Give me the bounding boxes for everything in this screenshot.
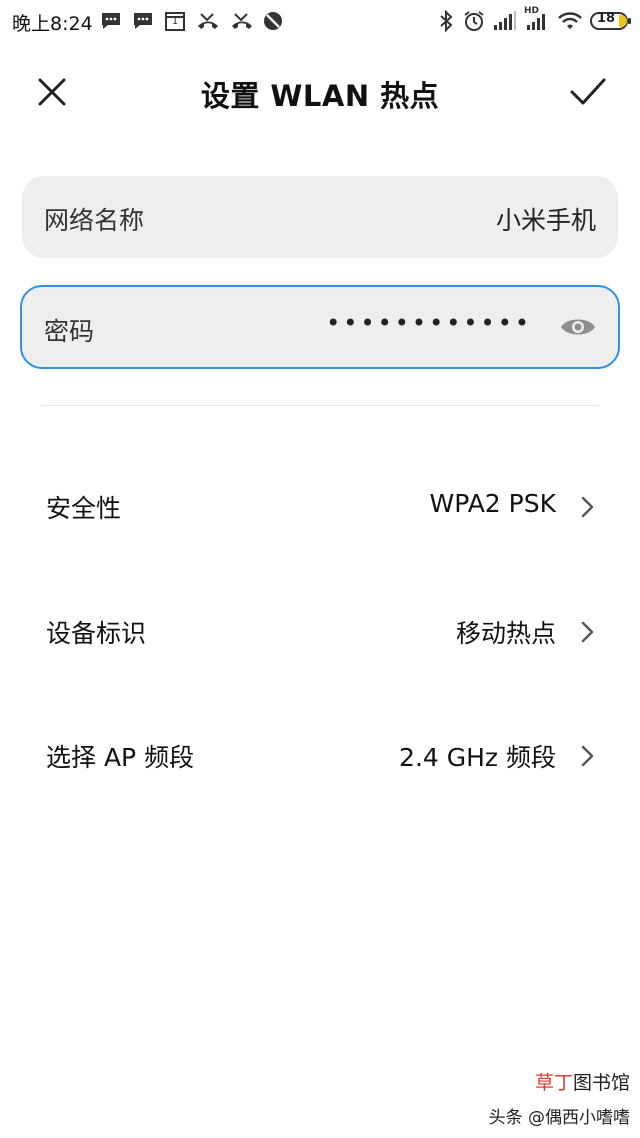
watermark-text-red: 草丁 <box>534 1072 573 1094</box>
network-name-label: 网络名称 <box>44 206 145 235</box>
message-icon <box>100 10 122 32</box>
ap-band-value: 2.4 GHz 频段 <box>399 743 556 772</box>
message-icon <box>132 10 154 32</box>
watermark-text-black: 图书馆 <box>572 1072 630 1094</box>
chevron-right-icon <box>581 745 594 767</box>
status-bar: 晚上8:24 1 HD 18 <box>0 0 640 44</box>
status-time: 晚上8:24 <box>12 13 93 35</box>
calendar-day: 1 <box>171 16 179 27</box>
divider <box>42 405 598 406</box>
confirm-button[interactable] <box>566 70 610 114</box>
signal-hd-icon: HD <box>522 6 550 32</box>
network-name-value: 小米手机 <box>495 206 596 235</box>
device-id-row[interactable]: 设备标识 移动热点 <box>0 576 640 686</box>
chevron-right-icon <box>581 621 594 643</box>
signal-icon <box>492 10 518 32</box>
battery-icon: 18 <box>590 10 632 32</box>
check-icon <box>570 78 606 105</box>
device-id-value: 移动热点 <box>455 619 556 648</box>
hd-label: HD <box>524 6 540 16</box>
watermark-author: 头条 @偶西小嗜嗜 <box>488 1108 630 1128</box>
password-value: •••••••••••• <box>326 309 532 337</box>
bluetooth-icon <box>438 10 454 32</box>
password-label: 密码 <box>44 317 95 346</box>
device-id-label: 设备标识 <box>46 619 147 648</box>
network-name-field[interactable]: 网络名称 小米手机 <box>22 176 618 258</box>
header: 设置 WLAN 热点 <box>0 56 640 128</box>
wifi-icon <box>556 10 584 32</box>
security-value: WPA2 PSK <box>429 489 557 518</box>
battery-level: 18 <box>597 11 616 26</box>
alarm-icon <box>462 10 486 32</box>
missed-call-icon <box>196 10 220 32</box>
security-row[interactable]: 安全性 WPA2 PSK <box>0 451 640 561</box>
chevron-right-icon <box>581 496 594 518</box>
ap-band-row[interactable]: 选择 AP 频段 2.4 GHz 频段 <box>0 700 640 810</box>
do-not-disturb-icon <box>262 10 284 32</box>
security-label: 安全性 <box>46 494 122 523</box>
missed-call-icon <box>230 10 254 32</box>
password-field[interactable]: 密码 •••••••••••• <box>20 285 620 369</box>
page-title: 设置 WLAN 热点 <box>200 79 440 113</box>
ap-band-label: 选择 AP 频段 <box>46 743 195 772</box>
calendar-icon: 1 <box>164 10 186 32</box>
watermark: 草丁图书馆 头条 @偶西小嗜嗜 <box>430 1068 630 1128</box>
eye-icon <box>561 319 595 335</box>
show-password-button[interactable] <box>558 309 598 345</box>
watermark-logo-text: 草丁图书馆 <box>535 1068 630 1095</box>
